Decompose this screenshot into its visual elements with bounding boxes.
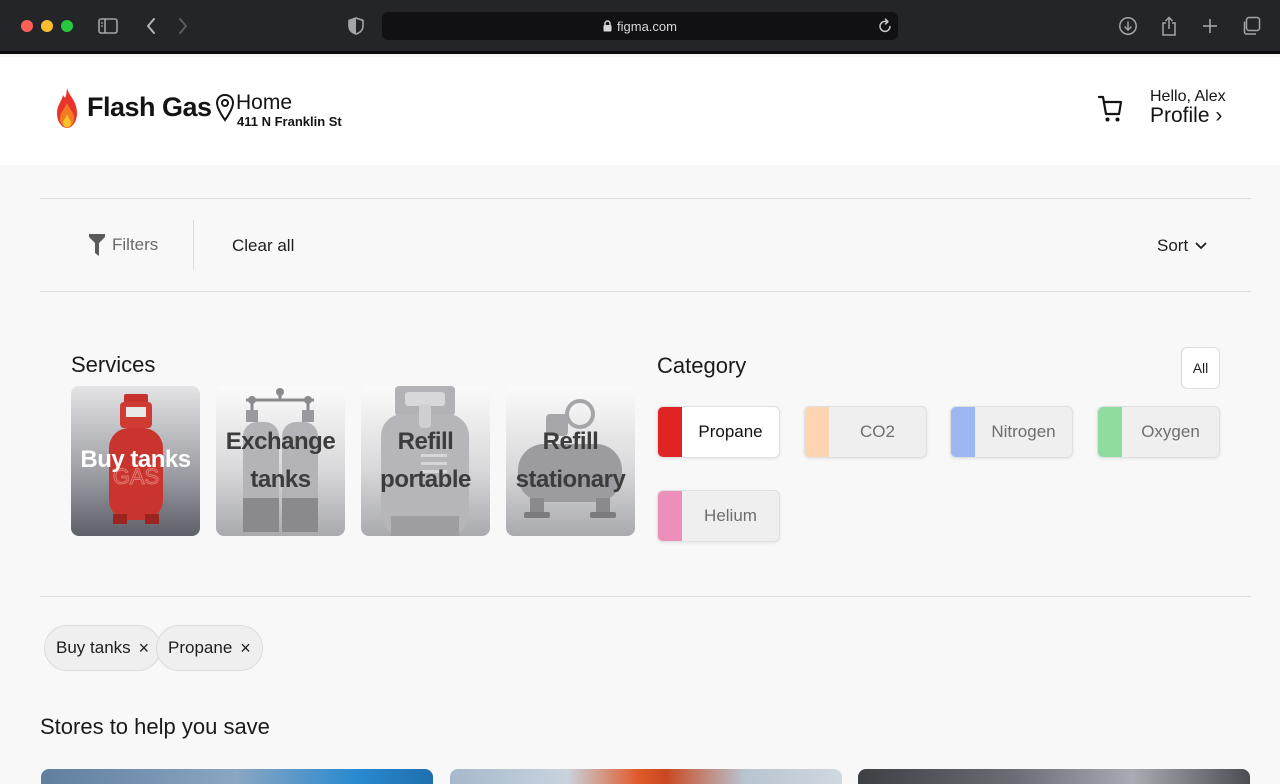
all-categories-button[interactable]: All [1181,347,1220,389]
service-card-exchange-tanks[interactable]: Exchange tanks [216,386,345,536]
remove-tag-icon[interactable]: × [240,638,251,659]
service-label-line-2: stationary [515,466,626,493]
brand-name[interactable]: Flash Gas [87,92,212,123]
back-arrow-icon[interactable] [139,14,163,38]
service-card-buy-tanks[interactable]: GAS Buy tanks [71,386,200,536]
share-icon[interactable] [1157,14,1181,38]
stores-section-title: Stores to help you save [40,714,270,739]
filters-label: Filters [112,235,159,254]
category-chip-oxygen[interactable]: Oxygen [1097,406,1220,458]
sidebar-toggle-icon[interactable] [96,14,120,38]
category-chip-co2[interactable]: CO2 [804,406,927,458]
divider [40,596,1251,597]
service-label-line-2: portable [380,466,471,493]
url-text: figma.com [617,18,677,34]
tag-label: Buy tanks [56,638,131,657]
category-chip-propane[interactable]: Propane [657,406,780,458]
flame-logo-icon[interactable] [55,87,79,129]
app-header: Flash Gas Home 411 N Franklin St Hello, … [0,57,1280,165]
service-card-refill-portable[interactable]: Refill portable [361,386,490,536]
divider [193,220,194,270]
location-address: 411 N Franklin St [237,114,342,129]
chevron-down-icon [1195,242,1207,249]
cart-icon[interactable] [1097,93,1123,123]
category-title: Category [657,353,747,378]
services-title: Services [71,352,156,377]
store-card-image[interactable] [858,769,1250,784]
downloads-icon[interactable] [1116,14,1140,38]
divider [40,291,1251,292]
category-chip-nitrogen[interactable]: Nitrogen [950,406,1073,458]
minimize-window-button[interactable] [41,20,53,32]
category-label: Propane [698,422,763,441]
profile-label: Profile [1150,104,1210,127]
category-label: CO2 [860,422,895,441]
service-label-line-1: Refill [397,428,454,455]
location-name[interactable]: Home [236,91,292,115]
remove-tag-icon[interactable]: × [139,638,150,659]
browser-toolbar: figma.com [0,0,1280,54]
category-color-swatch [658,491,682,541]
service-label-line-1: Refill [542,428,599,455]
new-tab-plus-icon[interactable] [1198,14,1222,38]
zoom-window-button[interactable] [61,20,73,32]
category-color-swatch [658,407,682,457]
store-card-image[interactable] [41,769,433,784]
sort-dropdown[interactable]: Sort [1157,236,1207,256]
store-card-image[interactable] [450,769,842,784]
reload-icon[interactable] [878,18,892,34]
category-label: Nitrogen [991,422,1056,441]
category-color-swatch [951,407,975,457]
sort-label: Sort [1157,236,1189,255]
divider [40,198,1251,199]
privacy-shield-icon[interactable] [344,14,368,38]
clear-all-button[interactable]: Clear all [232,236,294,256]
service-label: Buy tanks [80,446,191,473]
category-color-swatch [1098,407,1122,457]
service-label-line-1: Exchange [225,428,336,455]
filters-button[interactable]: Filters [88,233,158,257]
address-bar[interactable]: figma.com [382,12,898,40]
chevron-right-icon: › [1215,104,1223,127]
category-color-swatch [805,407,829,457]
tag-label: Propane [168,638,233,657]
location-pin-icon [215,93,235,122]
profile-link[interactable]: Profile › [1150,104,1222,128]
service-card-refill-stationary[interactable]: Refill stationary [506,386,635,536]
service-label-line-2: tanks [250,466,311,493]
category-chip-helium[interactable]: Helium [657,490,780,542]
close-window-button[interactable] [21,20,33,32]
tab-overview-icon[interactable] [1239,14,1263,38]
funnel-icon [89,234,105,256]
active-filter-tag-buy-tanks[interactable]: Buy tanks × [44,625,162,671]
lock-icon [603,20,612,32]
category-label: Oxygen [1141,422,1200,441]
category-label: Helium [704,506,757,525]
forward-arrow-icon[interactable] [171,14,195,38]
active-filter-tag-propane[interactable]: Propane × [156,625,263,671]
